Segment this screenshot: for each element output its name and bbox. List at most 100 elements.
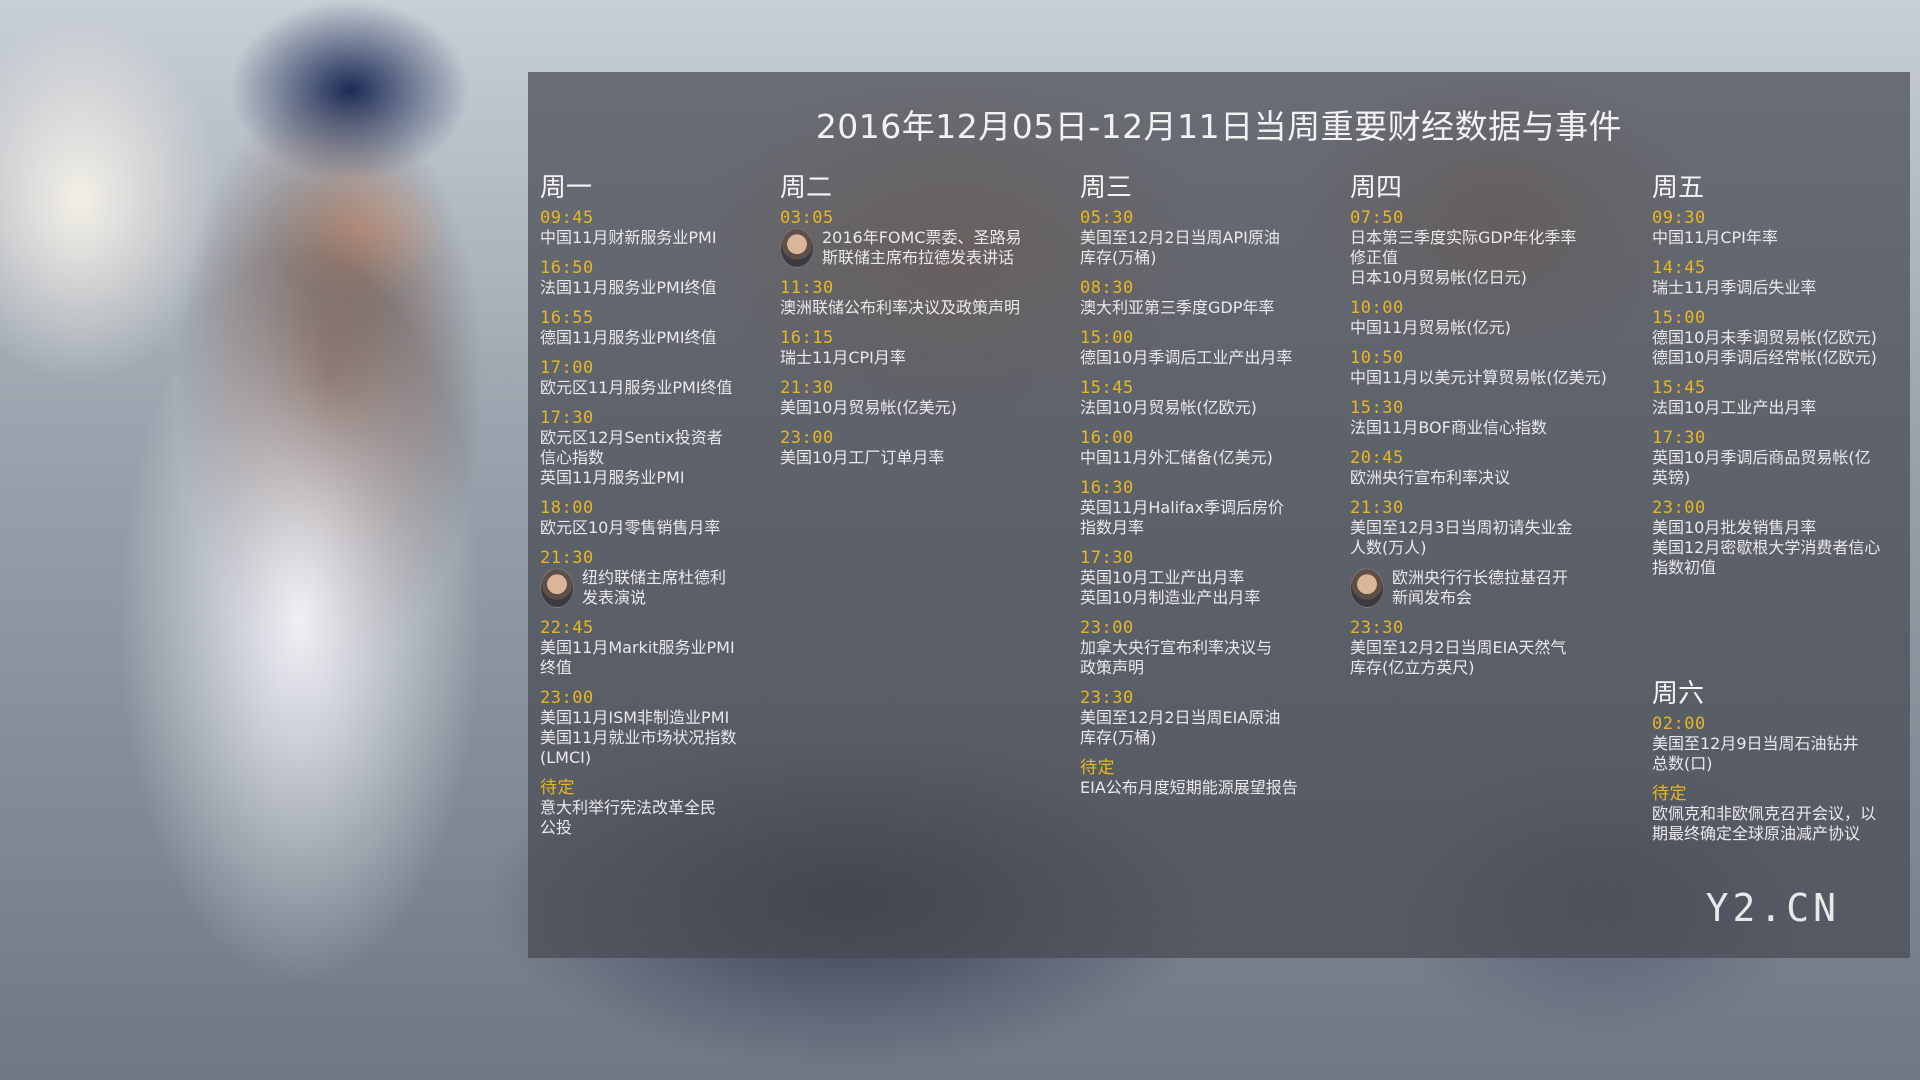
event-text: 修正值 bbox=[1350, 248, 1399, 267]
event-time: 16:15 bbox=[780, 328, 834, 348]
day-heading: 周一 bbox=[540, 173, 593, 203]
event-time: 21:30 bbox=[780, 378, 834, 398]
event-text: 中国11月财新服务业PMI bbox=[540, 228, 717, 247]
event-time: 待定 bbox=[540, 778, 575, 798]
event-text: 英镑) bbox=[1652, 468, 1691, 487]
event-text: 美国12月密歇根大学消费者信心 bbox=[1652, 538, 1881, 557]
event-text: (LMCI) bbox=[540, 748, 592, 767]
speaker-avatar bbox=[540, 568, 574, 608]
event-item: 23:00 加拿大央行宣布利率决议与 政策声明 bbox=[1080, 618, 1340, 678]
event-text: 总数(口) bbox=[1652, 754, 1713, 773]
event-item: 10:00 中国11月贸易帐(亿元) bbox=[1350, 298, 1640, 338]
event-text: 库存(万桶) bbox=[1080, 728, 1157, 747]
event-text: 美国至12月3日当周初请失业金 bbox=[1350, 518, 1573, 537]
event-time: 23:00 bbox=[540, 688, 594, 708]
day-heading: 周五 bbox=[1652, 173, 1705, 203]
speaker-avatar bbox=[780, 228, 814, 268]
event-time: 23:30 bbox=[1080, 688, 1134, 708]
event-text: 日本第三季度实际GDP年化季率 bbox=[1350, 228, 1577, 247]
event-item: 17:30 欧元区12月Sentix投资者 信心指数 英国11月服务业PMI bbox=[540, 408, 765, 488]
event-text: 美国至12月2日当周EIA天然气 bbox=[1350, 638, 1567, 657]
event-item: 17:00 欧元区11月服务业PMI终值 bbox=[540, 358, 765, 398]
event-time: 10:50 bbox=[1350, 348, 1404, 368]
event-item: 08:30 澳大利亚第三季度GDP年率 bbox=[1080, 278, 1340, 318]
event-time: 17:00 bbox=[540, 358, 594, 378]
event-item: 16:30 英国11月Halifax季调后房价 指数月率 bbox=[1080, 478, 1340, 538]
event-time: 待定 bbox=[1652, 784, 1687, 804]
event-item: 15:45 法国10月工业产出月率 bbox=[1652, 378, 1897, 418]
event-item: 21:30 美国至12月3日当周初请失业金 人数(万人) bbox=[1350, 498, 1640, 558]
event-text: 指数月率 bbox=[1080, 518, 1145, 537]
event-time: 23:00 bbox=[1652, 498, 1706, 518]
speaker-avatar bbox=[1350, 568, 1384, 608]
event-text: 纽约联储主席杜德利 bbox=[582, 568, 727, 587]
event-text: 欧元区10月零售销售月率 bbox=[540, 518, 721, 537]
speaker-text: 欧洲央行行长德拉基召开 新闻发布会 bbox=[1392, 568, 1640, 608]
event-time: 10:00 bbox=[1350, 298, 1404, 318]
event-text: 欧元区11月服务业PMI终值 bbox=[540, 378, 733, 397]
day-heading: 周四 bbox=[1350, 173, 1403, 203]
event-text: 人数(万人) bbox=[1350, 538, 1427, 557]
event-text: 美国11月就业市场状况指数 bbox=[540, 728, 737, 747]
event-time: 17:30 bbox=[1652, 428, 1706, 448]
event-text: 发表演说 bbox=[582, 588, 647, 607]
speaker-row: 欧洲央行行长德拉基召开 新闻发布会 bbox=[1350, 568, 1640, 608]
event-text: 德国11月服务业PMI终值 bbox=[540, 328, 717, 347]
event-item: 02:00 美国至12月9日当周石油钻井 总数(口) bbox=[1652, 714, 1897, 774]
event-text: 欧佩克和非欧佩克召开会议，以 bbox=[1652, 804, 1877, 823]
event-text: 美国10月贸易帐(亿美元) bbox=[780, 398, 957, 417]
event-text: 指数初值 bbox=[1652, 558, 1717, 577]
event-item: 15:30 法国11月BOF商业信心指数 bbox=[1350, 398, 1640, 438]
event-text: 澳大利亚第三季度GDP年率 bbox=[1080, 298, 1275, 317]
event-time: 21:30 bbox=[1350, 498, 1404, 518]
event-time: 11:30 bbox=[780, 278, 834, 298]
event-text: 美国10月批发销售月率 bbox=[1652, 518, 1817, 537]
event-item: 05:30 美国至12月2日当周API原油 库存(万桶) bbox=[1080, 208, 1340, 268]
event-text: 新闻发布会 bbox=[1392, 588, 1473, 607]
event-text: 美国10月工厂订单月率 bbox=[780, 448, 945, 467]
event-text: 美国至12月2日当周API原油 bbox=[1080, 228, 1280, 247]
event-item: 待定 EIA公布月度短期能源展望报告 bbox=[1080, 758, 1340, 798]
event-text: 2016年FOMC票委、圣路易 bbox=[822, 228, 1022, 247]
event-item: 16:00 中国11月外汇储备(亿美元) bbox=[1080, 428, 1340, 468]
day-heading: 周三 bbox=[1080, 173, 1133, 203]
event-text: 法国11月服务业PMI终值 bbox=[540, 278, 717, 297]
column-wednesday: 周三 05:30 美国至12月2日当周API原油 库存(万桶) 08:30 澳大利亚第三季… bbox=[1080, 172, 1340, 808]
event-text: 加拿大央行宣布利率决议与 bbox=[1080, 638, 1273, 657]
event-item: 17:30 英国10月季调后商品贸易帐(亿 英镑) bbox=[1652, 428, 1897, 488]
event-item: 09:45 中国11月财新服务业PMI bbox=[540, 208, 765, 248]
event-item: 16:55 德国11月服务业PMI终值 bbox=[540, 308, 765, 348]
event-text: 美国11月ISM非制造业PMI bbox=[540, 708, 730, 727]
event-text: 美国至12月2日当周EIA原油 bbox=[1080, 708, 1281, 727]
column-friday: 周五 09:30 中国11月CPI年率 14:45 瑞士11月季调后失业率 15:00 德国… bbox=[1652, 172, 1897, 588]
speaker-text: 纽约联储主席杜德利 发表演说 bbox=[582, 568, 765, 608]
event-time: 23:00 bbox=[780, 428, 834, 448]
event-item: 18:00 欧元区10月零售销售月率 bbox=[540, 498, 765, 538]
speaker-row: 2016年FOMC票委、圣路易 斯联储主席布拉德发表讲话 bbox=[780, 228, 1070, 268]
event-text: 瑞士11月季调后失业率 bbox=[1652, 278, 1817, 297]
event-time: 09:45 bbox=[540, 208, 594, 228]
event-time: 23:30 bbox=[1350, 618, 1404, 638]
event-time: 21:30 bbox=[540, 548, 594, 568]
event-time: 16:30 bbox=[1080, 478, 1134, 498]
event-item: 09:30 中国11月CPI年率 bbox=[1652, 208, 1897, 248]
event-time: 05:30 bbox=[1080, 208, 1134, 228]
calendar-panel: 2016年12月05日-12月11日当周重要财经数据与事件 周一 09:45 中国1… bbox=[528, 72, 1910, 958]
column-thursday: 周四 07:50 日本第三季度实际GDP年化季率 修正值 日本10月贸易帐(亿日元) 10… bbox=[1350, 172, 1640, 688]
event-item: 16:15 瑞士11月CPI月率 bbox=[780, 328, 1070, 368]
event-item: 21:30 纽约联储主席杜德利 发表演说 bbox=[540, 548, 765, 608]
event-time: 09:30 bbox=[1652, 208, 1706, 228]
event-text: 法国10月工业产出月率 bbox=[1652, 398, 1817, 417]
event-item: 23:30 美国至12月2日当周EIA天然气 库存(亿立方英尺) bbox=[1350, 618, 1640, 678]
event-item: 22:45 美国11月Markit服务业PMI 终值 bbox=[540, 618, 765, 678]
event-text: 德国10月未季调贸易帐(亿欧元) bbox=[1652, 328, 1877, 347]
event-time: 16:00 bbox=[1080, 428, 1134, 448]
event-text: 中国11月外汇储备(亿美元) bbox=[1080, 448, 1273, 467]
event-text: 期最终确定全球原油减产协议 bbox=[1652, 824, 1861, 843]
event-time: 20:45 bbox=[1350, 448, 1404, 468]
event-text: 库存(亿立方英尺) bbox=[1350, 658, 1475, 677]
event-text: 信心指数 bbox=[540, 448, 605, 467]
event-text: 欧洲央行行长德拉基召开 bbox=[1392, 568, 1569, 587]
event-item: 10:50 中国11月以美元计算贸易帐(亿美元) bbox=[1350, 348, 1640, 388]
event-time: 16:50 bbox=[540, 258, 594, 278]
